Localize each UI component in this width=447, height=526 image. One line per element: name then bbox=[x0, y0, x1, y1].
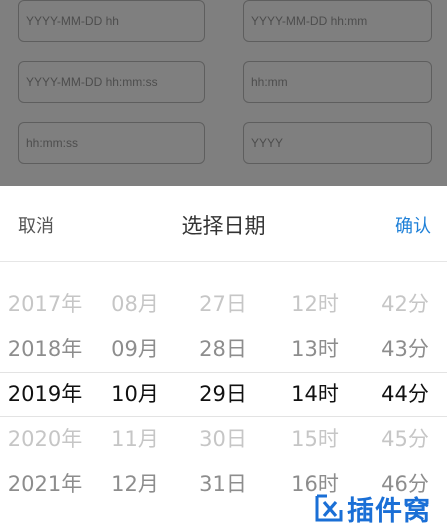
month-wheel[interactable]: 08月 09月 10月 11月 12月 bbox=[90, 282, 180, 507]
wheel-option-selected[interactable]: 44分 bbox=[360, 372, 447, 417]
wheel-option[interactable]: 11月 bbox=[90, 417, 180, 462]
wheel-option[interactable]: 30日 bbox=[178, 417, 268, 462]
wheel-option[interactable]: 15时 bbox=[270, 417, 360, 462]
wheel-option[interactable]: 43分 bbox=[360, 327, 447, 372]
wheel-option[interactable]: 13时 bbox=[270, 327, 360, 372]
wheel-option[interactable]: 45分 bbox=[360, 417, 447, 462]
watermark-text: 插件窝 bbox=[347, 495, 431, 526]
watermark: 插件窝 bbox=[314, 492, 431, 526]
wheel-option-selected[interactable]: 29日 bbox=[178, 372, 268, 417]
day-wheel[interactable]: 27日 28日 29日 30日 31日 bbox=[178, 282, 268, 507]
wheel-option-selected[interactable]: 10月 bbox=[90, 372, 180, 417]
picker-toolbar: 取消 选择日期 确认 bbox=[0, 186, 447, 262]
wheel-option[interactable]: 2021年 bbox=[0, 462, 90, 507]
wheel-option[interactable]: 09月 bbox=[90, 327, 180, 372]
picker-title: 选择日期 bbox=[181, 214, 266, 238]
wheel-option[interactable]: 12月 bbox=[90, 462, 180, 507]
logo-icon bbox=[314, 493, 344, 523]
date-picker-sheet: 取消 选择日期 确认 2017年 2018年 2019年 2020年 2021年… bbox=[0, 186, 447, 526]
wheel-option[interactable]: 12时 bbox=[270, 282, 360, 327]
wheel-option[interactable]: 08月 bbox=[90, 282, 180, 327]
minute-wheel[interactable]: 42分 43分 44分 45分 46分 bbox=[360, 282, 447, 507]
year-wheel[interactable]: 2017年 2018年 2019年 2020年 2021年 bbox=[0, 282, 90, 507]
wheel-option[interactable]: 2018年 bbox=[0, 327, 90, 372]
wheel-option[interactable]: 2020年 bbox=[0, 417, 90, 462]
confirm-button[interactable]: 确认 bbox=[395, 212, 431, 238]
wheel-option[interactable]: 31日 bbox=[178, 462, 268, 507]
wheel-option-selected[interactable]: 2019年 bbox=[0, 372, 90, 417]
wheel-option-selected[interactable]: 14时 bbox=[270, 372, 360, 417]
wheel-option[interactable]: 28日 bbox=[178, 327, 268, 372]
wheel-option[interactable]: 2017年 bbox=[0, 282, 90, 327]
wheel-option[interactable]: 42分 bbox=[360, 282, 447, 327]
wheel-option[interactable]: 27日 bbox=[178, 282, 268, 327]
hour-wheel[interactable]: 12时 13时 14时 15时 16时 bbox=[270, 282, 360, 507]
